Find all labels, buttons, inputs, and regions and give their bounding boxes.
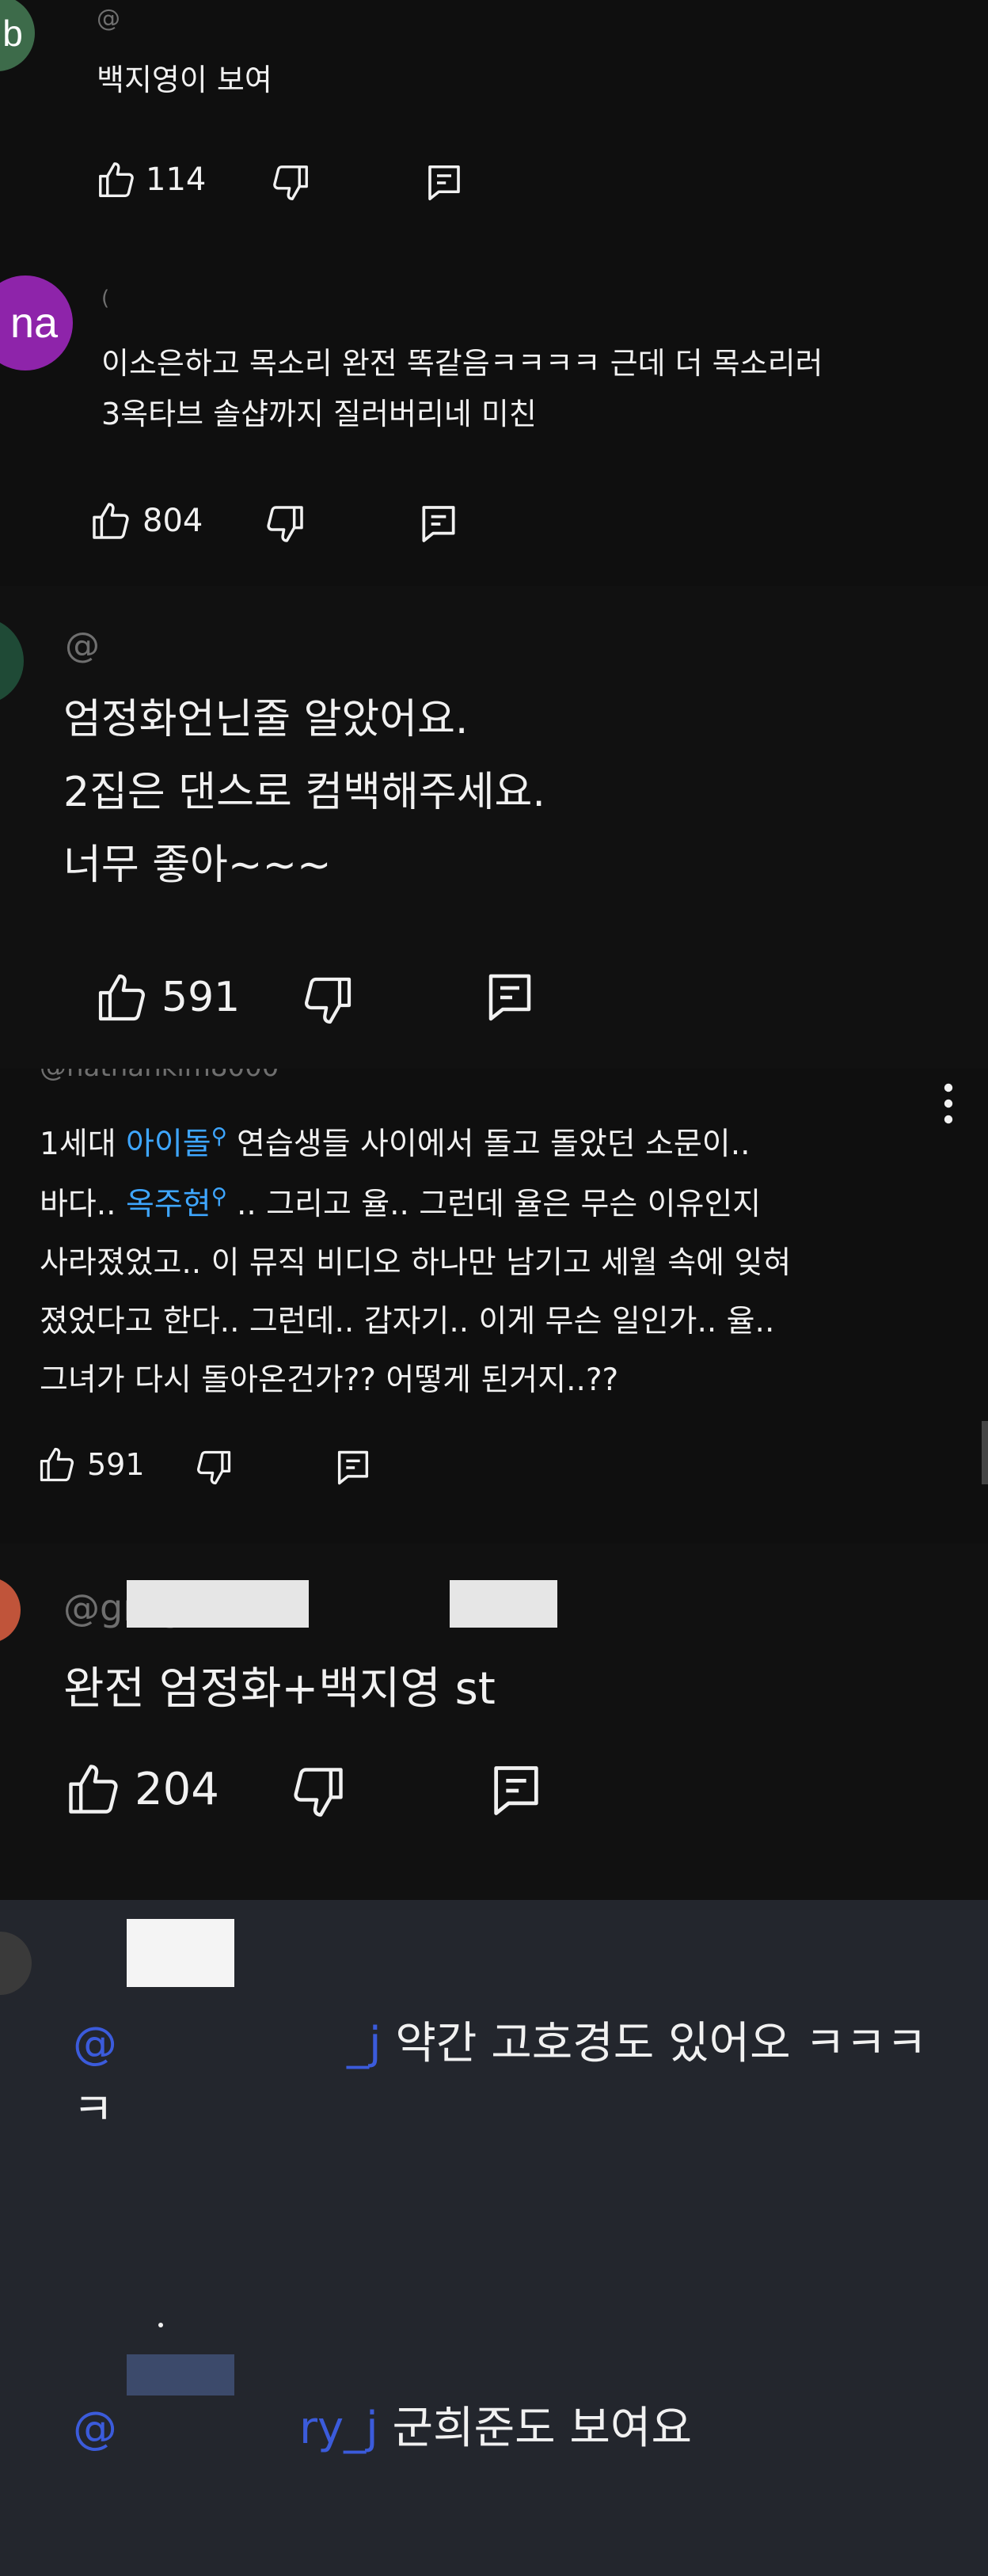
comment-5: @gregs7897 완전 엄정화+백지영 st 204: [0, 1544, 988, 1900]
dislike-icon: [288, 1762, 348, 1822]
comment-text: 백지영이 보여: [97, 63, 272, 97]
reply-icon: [416, 502, 461, 546]
like-icon: [93, 969, 150, 1026]
mention-obscured: [117, 2014, 347, 2058]
scrollbar[interactable]: [982, 1421, 988, 1484]
dislike-button[interactable]: [299, 972, 356, 1029]
reply-icon: [486, 1761, 546, 1821]
reply-thread: @ _j 약간 고호경도 있어오 ㅋㅋㅋ ㅋ @ ry_j 군희준도 보여요: [0, 1900, 988, 2576]
dislike-button[interactable]: [263, 502, 307, 546]
reply-text-2: @ ry_j 군희준도 보여요: [73, 2392, 692, 2456]
reply-text-1: @ _j 약간 고호경도 있어오 ㅋㅋㅋ: [73, 2008, 927, 2072]
like-button[interactable]: 804: [89, 499, 203, 543]
dislike-icon: [299, 972, 356, 1029]
hashtag-link-okjuhyun[interactable]: 옥주현⚲: [126, 1184, 227, 1222]
search-icon: ⚲: [211, 1184, 227, 1209]
like-count: 591: [87, 1447, 145, 1482]
more-vert-icon: [933, 1083, 964, 1130]
redaction-block: [127, 1580, 309, 1628]
like-icon: [95, 158, 138, 201]
reply-icon: [423, 161, 466, 204]
dislike-button[interactable]: [288, 1762, 348, 1822]
comment-text-line-2: 바다.. 옥주현⚲ .. 그리고 율.. 그런데 율은 무슨 이유인지: [40, 1184, 762, 1222]
like-count: 804: [142, 503, 203, 539]
more-options-button[interactable]: [933, 1080, 964, 1127]
like-count: 114: [146, 161, 207, 198]
like-button[interactable]: 114: [95, 158, 206, 201]
avatar[interactable]: na: [0, 275, 73, 370]
comment-text: 완전 엄정화+백지영 st: [63, 1663, 496, 1715]
reply-button[interactable]: [416, 502, 461, 546]
redaction-block: [450, 1580, 557, 1628]
avatar[interactable]: [0, 1932, 32, 1995]
dislike-button[interactable]: [269, 161, 312, 204]
dislike-icon: [269, 161, 312, 204]
comment-handle[interactable]: (: [101, 287, 109, 310]
reply-button[interactable]: [486, 1761, 546, 1821]
dislike-button[interactable]: [193, 1447, 234, 1488]
comment-handle[interactable]: @nathankim8000: [40, 1069, 279, 1083]
comment-text-line-2: 2집은 댄스로 컴백해주세요.: [63, 769, 545, 816]
avatar[interactable]: b: [0, 0, 35, 71]
reply-button[interactable]: [332, 1447, 374, 1488]
comment-text-line-1: 1세대 아이돌⚲ 연습생들 사이에서 돌고 돌았던 소문이..: [40, 1124, 750, 1162]
comment-text-line-5: 그녀가 다시 돌아온건가?? 어떻게 된거지..??: [40, 1362, 619, 1398]
like-icon: [89, 499, 133, 543]
comment-text-line-4: 졌었다고 한다.. 그런데.. 갑자기.. 이게 무슨 일인가.. 율..: [40, 1304, 775, 1339]
hashtag-link-idol[interactable]: 아이돌⚲: [126, 1124, 227, 1162]
dislike-icon: [193, 1447, 234, 1488]
avatar[interactable]: [0, 1577, 21, 1643]
comment-handle[interactable]: @: [65, 625, 100, 666]
avatar[interactable]: [0, 617, 24, 705]
avatar-letter: na: [10, 299, 59, 347]
like-icon: [63, 1759, 124, 1819]
avatar-letter: b: [2, 13, 23, 54]
comment-4: @nathankim8000 1세대 아이돌⚲ 연습생들 사이에서 돌고 돌았던…: [0, 1069, 988, 1544]
comment-2: na ( 이소은하고 목소리 완전 똑같음ㅋㅋㅋㅋ 근데 더 목소리러 3옥타브…: [0, 237, 988, 586]
like-button[interactable]: 591: [93, 969, 240, 1026]
reply-icon: [332, 1447, 374, 1488]
dot: [158, 2323, 163, 2327]
search-icon: ⚲: [211, 1124, 227, 1149]
reply-icon: [481, 969, 538, 1026]
comment-3: @ 엄정화언닌줄 알았어요. 2집은 댄스로 컴백해주세요. 너무 좋아~~~ …: [0, 586, 988, 1069]
reply-button[interactable]: [423, 161, 466, 204]
reply-text-1-wrap: ㅋ: [73, 2084, 114, 2136]
redaction-block: [127, 1919, 234, 1987]
dislike-icon: [263, 502, 307, 546]
comment-text-line-3: 사라졌었고.. 이 뮤직 비디오 하나만 남기고 세월 속에 잊혀: [40, 1245, 792, 1281]
reply-button[interactable]: [481, 969, 538, 1026]
comment-text-line-1: 엄정화언닌줄 알았어요.: [63, 696, 469, 743]
comment-text-line-2: 3옥타브 솔샵까지 질러버리네 미친: [101, 397, 537, 431]
comment-text-line-1: 이소은하고 목소리 완전 똑같음ㅋㅋㅋㅋ 근데 더 목소리러: [101, 346, 823, 381]
like-button[interactable]: 204: [63, 1759, 219, 1819]
mention-obscured: [117, 2399, 299, 2443]
comment-1: b @ 백지영이 보여 114: [0, 0, 988, 237]
comment-text-line-3: 너무 좋아~~~: [63, 842, 332, 889]
comment-handle[interactable]: @: [97, 5, 120, 32]
like-count: 204: [135, 1763, 219, 1815]
like-icon: [36, 1444, 78, 1485]
redaction-block: [127, 2354, 234, 2396]
mention-link[interactable]: @ ry_j: [73, 2403, 378, 2454]
like-button[interactable]: 591: [36, 1444, 145, 1485]
mention-link[interactable]: @ _j: [73, 2018, 382, 2069]
like-count: 591: [162, 974, 241, 1021]
